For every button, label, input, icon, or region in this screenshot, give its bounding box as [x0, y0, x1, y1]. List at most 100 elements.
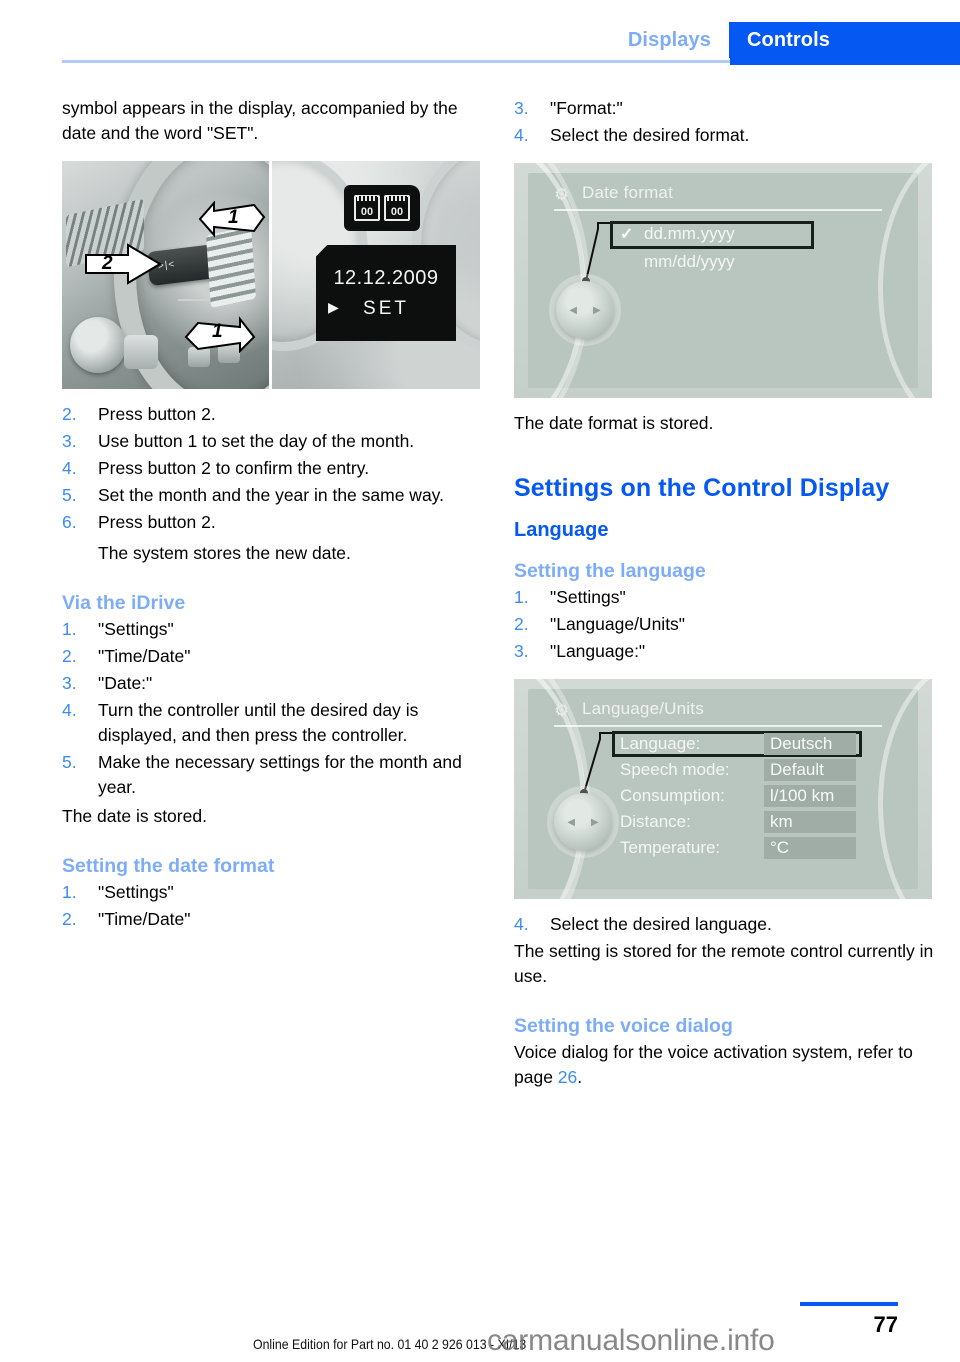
- arrow-left-icon: ◀: [569, 304, 577, 316]
- tab-controls[interactable]: Controls: [728, 22, 960, 58]
- list-item: 2. Press button 2.: [62, 402, 482, 427]
- cluster-date-icon-panel: 00 00: [344, 185, 420, 231]
- watermark: carmanualsonline.info: [487, 1324, 775, 1357]
- photo-instrument-cluster: 00 00 12.12.2009 SET: [272, 161, 480, 389]
- step-number: 1.: [62, 619, 77, 639]
- page-reference-link[interactable]: 26: [558, 1067, 577, 1087]
- calendar-icon-left: 00: [354, 195, 380, 221]
- calendar-icon-right: 00: [384, 195, 410, 221]
- callout-label-2: 2: [102, 253, 113, 274]
- step-subtext: The system stores the new date.: [98, 543, 351, 563]
- step-text: "Language/Units": [550, 614, 686, 634]
- heading-language: Language: [514, 519, 609, 541]
- step-number: 1.: [514, 587, 529, 607]
- list-item: 4. Turn the controller until the desired…: [62, 698, 482, 748]
- leader-line-language: [580, 732, 612, 797]
- idrive-controller-knob[interactable]: ◀ ▶: [556, 281, 614, 339]
- step-text: Use button 1 to set the day of the month…: [98, 431, 415, 451]
- steps-idrive-date: 1. "Settings" 2. "Time/Date" 3. "Date:" …: [62, 617, 482, 800]
- manual-page: Displays Controls symbol appears in the …: [0, 0, 960, 1362]
- list-item: 2. "Time/Date": [62, 644, 482, 669]
- heading-settings-on-control-display: Settings on the Control Display: [514, 474, 890, 502]
- heading-setting-the-date-format: Setting the date format: [62, 855, 275, 877]
- step-text: "Settings": [98, 619, 174, 639]
- list-item: 1. "Settings": [62, 880, 482, 905]
- step-number: 1.: [62, 882, 77, 902]
- list-item: 1. "Settings": [62, 617, 482, 642]
- step-text: Press button 2.: [98, 404, 216, 424]
- step-text: "Time/Date": [98, 909, 191, 929]
- control-display-screen: ⚙ Language/Units Language: Deutsch Speec…: [514, 679, 932, 899]
- cluster-set-label: SET: [316, 298, 456, 320]
- idrive-controller-knob[interactable]: ◀ ▶: [554, 793, 612, 851]
- figure-dashboard-buttons: >|< 1 1 2 00 00 12.12.2009 ▶ SET: [62, 161, 480, 389]
- step-text: Select the desired language.: [550, 914, 772, 934]
- tab-displays[interactable]: Displays: [609, 22, 729, 58]
- figure-date-format-screen: ⚙ Date format ✓ dd.mm.yyyy mm/dd/yyyy ◀ …: [514, 163, 932, 398]
- step-number: 2.: [514, 614, 529, 634]
- step-number: 4.: [514, 914, 529, 934]
- step-select-language-group: 4. Select the desired language.: [514, 912, 934, 937]
- voice-dialog-paragraph: Voice dialog for the voice activation sy…: [514, 1040, 934, 1090]
- step-number: 3.: [514, 641, 529, 661]
- step-number: 3.: [514, 98, 529, 118]
- step-text: Set the month and the year in the same w…: [98, 485, 444, 505]
- step-number: 5.: [62, 752, 77, 772]
- right-column: 3. "Format:" 4. Select the desired forma…: [514, 96, 934, 1092]
- list-item: 2. "Time/Date": [62, 907, 482, 932]
- list-item: 5. Set the month and the year in the sam…: [62, 483, 482, 508]
- cluster-date-value: 12.12.2009: [333, 267, 439, 289]
- online-edition-notice: Online Edition for Part no. 01 40 2 926 …: [253, 1336, 527, 1352]
- steps-set-language: 1. "Settings" 2. "Language/Units" 3. "La…: [514, 585, 934, 664]
- list-item: 1. "Settings": [514, 585, 934, 610]
- step-number: 5.: [62, 485, 77, 505]
- step-number: 3.: [62, 673, 77, 693]
- step-text: Make the necessary settings for the mont…: [98, 752, 462, 797]
- arrow-left-icon: ◀: [567, 816, 575, 828]
- step-number: 6.: [62, 512, 77, 532]
- arrow-right-icon: ▶: [593, 304, 601, 316]
- list-item: 4. Select the desired format.: [514, 123, 934, 148]
- step-text: "Language:": [550, 641, 646, 661]
- page-number: 77: [873, 1312, 898, 1337]
- step-number: 4.: [62, 700, 77, 720]
- voice-dialog-text-after: .: [577, 1067, 583, 1087]
- page-header: Displays Controls: [0, 0, 960, 66]
- step-number: 2.: [62, 909, 77, 929]
- light-switch-knob: [70, 317, 126, 373]
- callout-label-1-bottom: 1: [212, 321, 223, 342]
- step-text: "Date:": [98, 673, 153, 693]
- callout-label-1-top: 1: [228, 207, 239, 228]
- note-date-stored: The date is stored.: [62, 806, 207, 826]
- arrow-right-icon: ▶: [591, 816, 599, 828]
- step-text: Press button 2 to confirm the entry.: [98, 458, 370, 478]
- list-item: 3. "Format:": [514, 96, 934, 121]
- list-item: 4. Press button 2 to confirm the entry.: [62, 456, 482, 481]
- step-number: 3.: [62, 431, 77, 451]
- step-text: "Settings": [550, 587, 626, 607]
- step-text: Press button 2.: [98, 512, 216, 532]
- left-column: symbol appears in the display, accompani…: [62, 96, 482, 934]
- secondary-knob: [124, 335, 158, 369]
- list-item: 3. "Date:": [62, 671, 482, 696]
- note-stored-remote-control: The setting is stored for the remote con…: [514, 941, 934, 986]
- step-number: 2.: [62, 646, 77, 666]
- list-item: 3. "Language:": [514, 639, 934, 664]
- cluster-lcd: 12.12.2009 SET: [316, 245, 456, 341]
- list-item: 4. Select the desired language.: [514, 912, 934, 937]
- step-text: "Format:": [550, 98, 623, 118]
- tab-displays-label: Displays: [627, 28, 711, 51]
- photo-steering-column: >|< 1 1 2: [62, 161, 269, 389]
- heading-setting-the-language: Setting the language: [514, 560, 706, 582]
- note-date-format-stored: The date format is stored.: [514, 413, 714, 433]
- header-divider-active: [730, 58, 960, 65]
- callout-arrow-2: [85, 243, 162, 285]
- step-text: "Time/Date": [98, 646, 191, 666]
- footer-divider: [800, 1302, 898, 1306]
- list-item: 3. Use button 1 to set the day of the mo…: [62, 429, 482, 454]
- list-item: 6. Press button 2. The system stores the…: [62, 510, 482, 566]
- step-number: 4.: [514, 125, 529, 145]
- step-number: 2.: [62, 404, 77, 424]
- step-text: Turn the controller until the desired da…: [98, 700, 419, 745]
- control-display-screen: ⚙ Date format ✓ dd.mm.yyyy mm/dd/yyyy ◀ …: [514, 163, 932, 398]
